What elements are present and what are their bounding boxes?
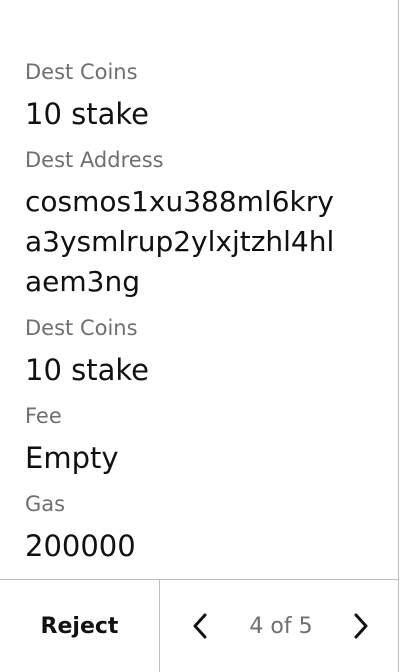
gas-value: 200000 (25, 529, 136, 563)
fee-label: Fee (25, 404, 62, 428)
action-footer: Reject 4 of 5 (0, 579, 399, 672)
transaction-review-screen: Dest Coins 10 stake Dest Address cosmos1… (0, 0, 399, 672)
dest-address-line: a3ysmlrup2ylxjtzhl4hl (25, 225, 335, 258)
chevron-left-icon (193, 613, 207, 639)
dest-coins-value: 10 stake (25, 353, 149, 387)
previous-page-button[interactable] (182, 608, 218, 644)
dest-coins-label: Dest Coins (25, 316, 138, 340)
page-indicator: 4 of 5 (249, 613, 313, 639)
pagination: 4 of 5 (160, 580, 399, 672)
dest-address-line: aem3ng (25, 265, 140, 298)
dest-address-value: cosmos1xu388ml6kry a3ysmlrup2ylxjtzhl4hl… (25, 182, 334, 302)
reject-button[interactable]: Reject (0, 580, 160, 672)
dest-address-line: cosmos1xu388ml6kry (25, 185, 334, 218)
dest-coins-value: 10 stake (25, 97, 149, 131)
dest-coins-label: Dest Coins (25, 60, 138, 84)
chevron-right-icon (354, 613, 368, 639)
next-page-button[interactable] (343, 608, 379, 644)
gas-label: Gas (25, 492, 66, 516)
fee-value: Empty (25, 441, 119, 475)
dest-address-label: Dest Address (25, 148, 164, 172)
